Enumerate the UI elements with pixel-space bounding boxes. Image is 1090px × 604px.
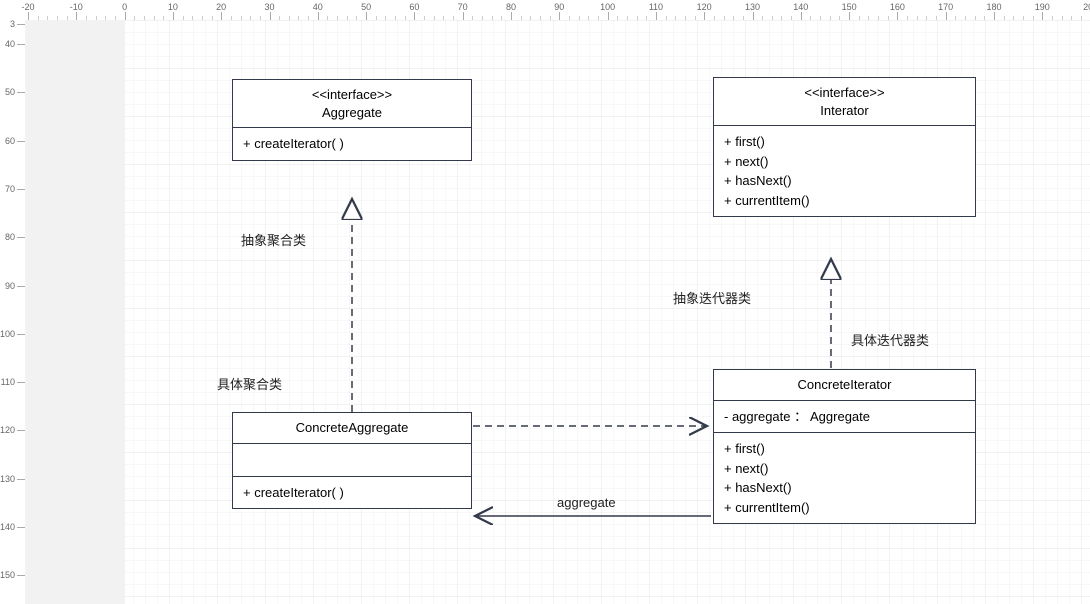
ruler-vertical: 3 40 50 60 70 80 90 100 110 120 130 140 150 xyxy=(0,20,26,604)
ruler-h-tick-label: 110 xyxy=(649,2,663,12)
ruler-h-tick-label: 40 xyxy=(313,2,323,12)
ruler-horizontal: -20-100102030405060708090100110120130140… xyxy=(25,0,1090,21)
label-association-aggregate: aggregate xyxy=(557,495,616,510)
negative-region xyxy=(25,20,125,604)
uml-methods: + first() + next() + hasNext() + current… xyxy=(714,433,975,523)
uml-attributes-empty xyxy=(233,444,471,477)
diagram-canvas[interactable]: <<interface>> Aggregate + createIterator… xyxy=(25,20,1090,604)
ruler-h-tick-label: 180 xyxy=(986,2,1001,12)
ruler-h-tick-label: 60 xyxy=(409,2,419,12)
ruler-h-tick-label: -10 xyxy=(70,2,83,12)
uml-title: <<interface>> Interator xyxy=(714,78,975,126)
ruler-v-tick-label: 130 xyxy=(0,474,15,484)
ruler-h-tick-label: 200 xyxy=(1083,2,1090,12)
label-abstract-aggregate: 抽象聚合类 xyxy=(241,230,306,249)
uml-title: ConcreteAggregate xyxy=(233,413,471,444)
uml-method: + hasNext() xyxy=(724,478,965,498)
ruler-h-tick-label: 20 xyxy=(216,2,226,12)
ruler-h-tick-label: 170 xyxy=(938,2,953,12)
ruler-v-tick-label: 70 xyxy=(5,184,15,194)
ruler-v-tick-label: 90 xyxy=(5,281,15,291)
label-abstract-iterator: 抽象迭代器类 xyxy=(673,288,751,307)
ruler-h-tick-label: -20 xyxy=(21,2,34,12)
uml-class-aggregate[interactable]: <<interface>> Aggregate + createIterator… xyxy=(232,79,472,161)
ruler-v-tick-label: 60 xyxy=(5,136,15,146)
ruler-v-tick-label: 80 xyxy=(5,232,15,242)
ruler-v-tick-label: 50 xyxy=(5,87,15,97)
label-concrete-iterator: 具体迭代器类 xyxy=(851,330,929,349)
uml-method: + first() xyxy=(724,132,965,152)
uml-attributes: - aggregate ： Aggregate xyxy=(714,401,975,434)
ruler-h-tick-label: 190 xyxy=(1035,2,1050,12)
ruler-h-tick-label: 70 xyxy=(458,2,468,12)
ruler-v-tick-label: 110 xyxy=(1,377,15,387)
uml-attribute: - aggregate ： Aggregate xyxy=(724,407,965,427)
ruler-h-tick-label: 150 xyxy=(842,2,857,12)
label-concrete-aggregate: 具体聚合类 xyxy=(217,374,282,393)
uml-class-name: ConcreteIterator xyxy=(722,376,967,394)
uml-method: + hasNext() xyxy=(724,171,965,191)
ruler-h-tick-label: 90 xyxy=(554,2,564,12)
ruler-h-tick-label: 10 xyxy=(168,2,178,12)
uml-stereotype: <<interface>> xyxy=(241,86,463,104)
ruler-h-tick-label: 50 xyxy=(361,2,371,12)
uml-methods: + createIterator( ) xyxy=(233,477,471,509)
ruler-v-tick-label: 140 xyxy=(0,522,15,532)
uml-class-concrete-iterator[interactable]: ConcreteIterator - aggregate ： Aggregate… xyxy=(713,369,976,524)
uml-method: + next() xyxy=(724,459,965,479)
ruler-h-tick-label: 30 xyxy=(264,2,274,12)
uml-method: + first() xyxy=(724,439,965,459)
ruler-v-tick-label: 120 xyxy=(0,425,15,435)
ruler-h-tick-label: 140 xyxy=(793,2,808,12)
uml-method: + currentItem() xyxy=(724,191,965,211)
uml-class-concrete-aggregate[interactable]: ConcreteAggregate + createIterator( ) xyxy=(232,412,472,509)
uml-method: + createIterator( ) xyxy=(243,483,461,503)
uml-methods: + createIterator( ) xyxy=(233,128,471,160)
ruler-h-tick-label: 80 xyxy=(506,2,516,12)
uml-class-name: ConcreteAggregate xyxy=(241,419,463,437)
ruler-v-tick-label: 150 xyxy=(0,570,15,580)
ruler-h-tick-label: 130 xyxy=(745,2,760,12)
uml-methods: + first() + next() + hasNext() + current… xyxy=(714,126,975,216)
uml-method: + currentItem() xyxy=(724,498,965,518)
uml-method: + next() xyxy=(724,152,965,172)
ruler-v-tick-label: 100 xyxy=(0,329,15,339)
uml-stereotype: <<interface>> xyxy=(722,84,967,102)
uml-class-name: Interator xyxy=(722,102,967,120)
ruler-h-tick-label: 0 xyxy=(122,2,127,12)
ruler-h-tick-label: 160 xyxy=(890,2,905,12)
uml-title: <<interface>> Aggregate xyxy=(233,80,471,128)
uml-title: ConcreteIterator xyxy=(714,370,975,401)
ruler-v-tick-label: 40 xyxy=(5,39,15,49)
uml-class-iterator[interactable]: <<interface>> Interator + first() + next… xyxy=(713,77,976,217)
ruler-h-tick-label: 120 xyxy=(697,2,712,12)
ruler-v-tick-label: 3 xyxy=(10,19,15,29)
ruler-h-tick-label: 100 xyxy=(600,2,615,12)
uml-class-name: Aggregate xyxy=(241,104,463,122)
uml-method: + createIterator( ) xyxy=(243,134,461,154)
